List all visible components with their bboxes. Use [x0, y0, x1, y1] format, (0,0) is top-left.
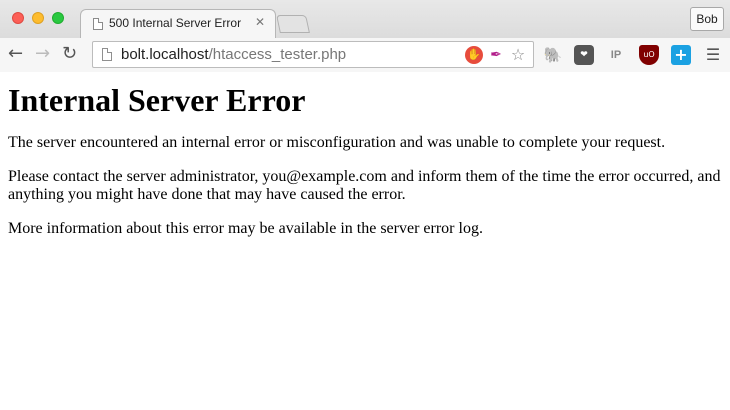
- toolbar: ← → ↻ bolt.localhost/htaccess_tester.php…: [0, 38, 730, 72]
- page-icon: [102, 48, 112, 61]
- error-message-paragraph: The server encountered an internal error…: [8, 134, 666, 151]
- evernote-icon[interactable]: 🐘: [543, 45, 563, 65]
- reload-button[interactable]: ↻: [62, 42, 77, 66]
- bookmark-star-icon[interactable]: ☆: [509, 46, 527, 64]
- tab-active[interactable]: 500 Internal Server Error ✕: [80, 9, 276, 38]
- contact-paragraph: Please contact the server administrator,…: [8, 168, 721, 203]
- feather-icon[interactable]: ✒: [487, 46, 505, 64]
- url-path: /htaccess_tester.php: [208, 46, 347, 63]
- forward-button[interactable]: →: [35, 42, 50, 66]
- ublock-icon[interactable]: uO: [639, 45, 659, 65]
- profile-button[interactable]: Bob: [690, 7, 724, 31]
- tab-title: 500 Internal Server Error: [109, 16, 242, 30]
- new-tab-button[interactable]: [276, 15, 310, 33]
- tab-strip: 500 Internal Server Error ✕ Bob: [0, 0, 730, 38]
- close-icon[interactable]: ✕: [255, 15, 265, 29]
- browser-chrome: 500 Internal Server Error ✕ Bob ← → ↻ bo…: [0, 0, 730, 72]
- window-close-button[interactable]: [12, 12, 24, 24]
- back-button[interactable]: ←: [8, 42, 23, 66]
- adblock-icon[interactable]: ✋: [465, 46, 483, 64]
- page-title: Internal Server Error: [8, 82, 306, 118]
- url-text[interactable]: bolt.localhost/htaccess_tester.php: [121, 46, 346, 63]
- pocket-icon[interactable]: ❤: [574, 45, 594, 65]
- address-bar[interactable]: bolt.localhost/htaccess_tester.php ✋ ✒ ☆: [92, 41, 534, 68]
- document-icon: [93, 18, 103, 30]
- log-info-paragraph: More information about this error may be…: [8, 220, 483, 237]
- menu-icon[interactable]: ☰: [703, 45, 723, 65]
- plus-icon[interactable]: +: [671, 45, 691, 65]
- window-minimize-button[interactable]: [32, 12, 44, 24]
- window-maximize-button[interactable]: [52, 12, 64, 24]
- url-host: bolt.localhost: [121, 46, 209, 63]
- ip-icon[interactable]: IP: [606, 45, 626, 65]
- page-content: Internal Server Error The server encount…: [8, 72, 724, 238]
